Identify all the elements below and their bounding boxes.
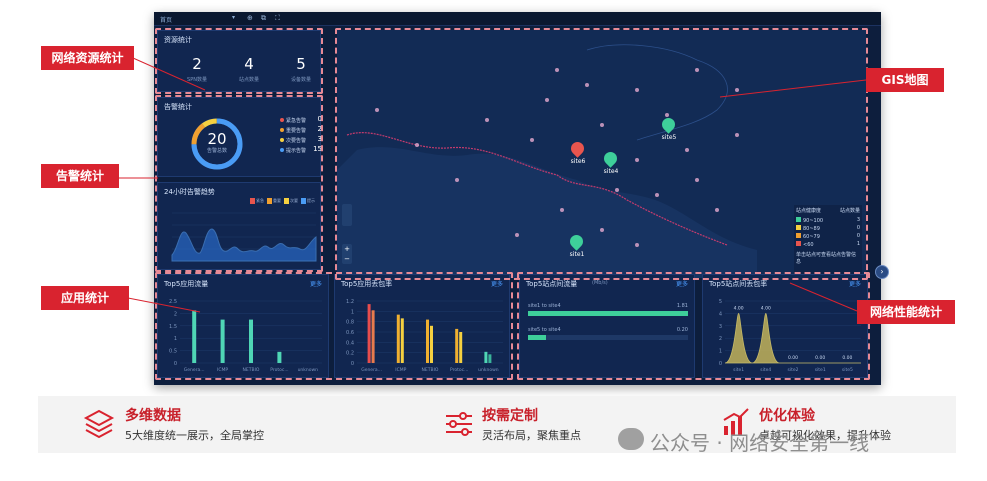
- watermark: 公众号 · 网络安全第一线: [650, 431, 870, 455]
- highlight-gis: [335, 28, 868, 280]
- highlight-resource: [155, 28, 323, 94]
- callout-alarm: 告警统计: [41, 164, 119, 188]
- highlight-alarm: [155, 95, 323, 272]
- feature-desc: 5大维度统一展示，全局掌控: [125, 429, 264, 442]
- home-menu[interactable]: 首页: [160, 15, 172, 24]
- callout-resource: 网络资源统计: [41, 46, 134, 70]
- callout-perf: 网络性能统计: [857, 300, 955, 324]
- dashboard-screen: 首页 ▾ ⊕ ⧉ ⛶ 资源统计 2 SPN数量 4 站点数量 5 设备数量 告警…: [154, 12, 889, 385]
- callout-app: 应用统计: [41, 286, 129, 310]
- fullscreen-icon[interactable]: ⛶: [275, 14, 280, 23]
- sliders-icon: [446, 412, 472, 436]
- wechat-icon: [618, 428, 644, 450]
- feature-desc: 灵活布局，聚焦重点: [482, 429, 581, 442]
- highlight-perf: [517, 272, 870, 380]
- highlight-app: [155, 272, 513, 380]
- feature-title: 多维数据: [125, 408, 181, 424]
- chevron-down-icon[interactable]: ▾: [232, 14, 235, 21]
- top-bar: 首页 ▾ ⊕ ⧉ ⛶: [154, 12, 881, 26]
- callout-gis: GIS地图: [866, 68, 944, 92]
- feature-title: 按需定制: [482, 408, 538, 424]
- add-icon[interactable]: ⊕: [247, 14, 253, 22]
- collapse-arrow-icon[interactable]: ›: [875, 265, 889, 279]
- feature-title: 优化体验: [759, 408, 815, 424]
- copy-icon[interactable]: ⧉: [261, 14, 266, 23]
- layers-icon: [83, 409, 115, 439]
